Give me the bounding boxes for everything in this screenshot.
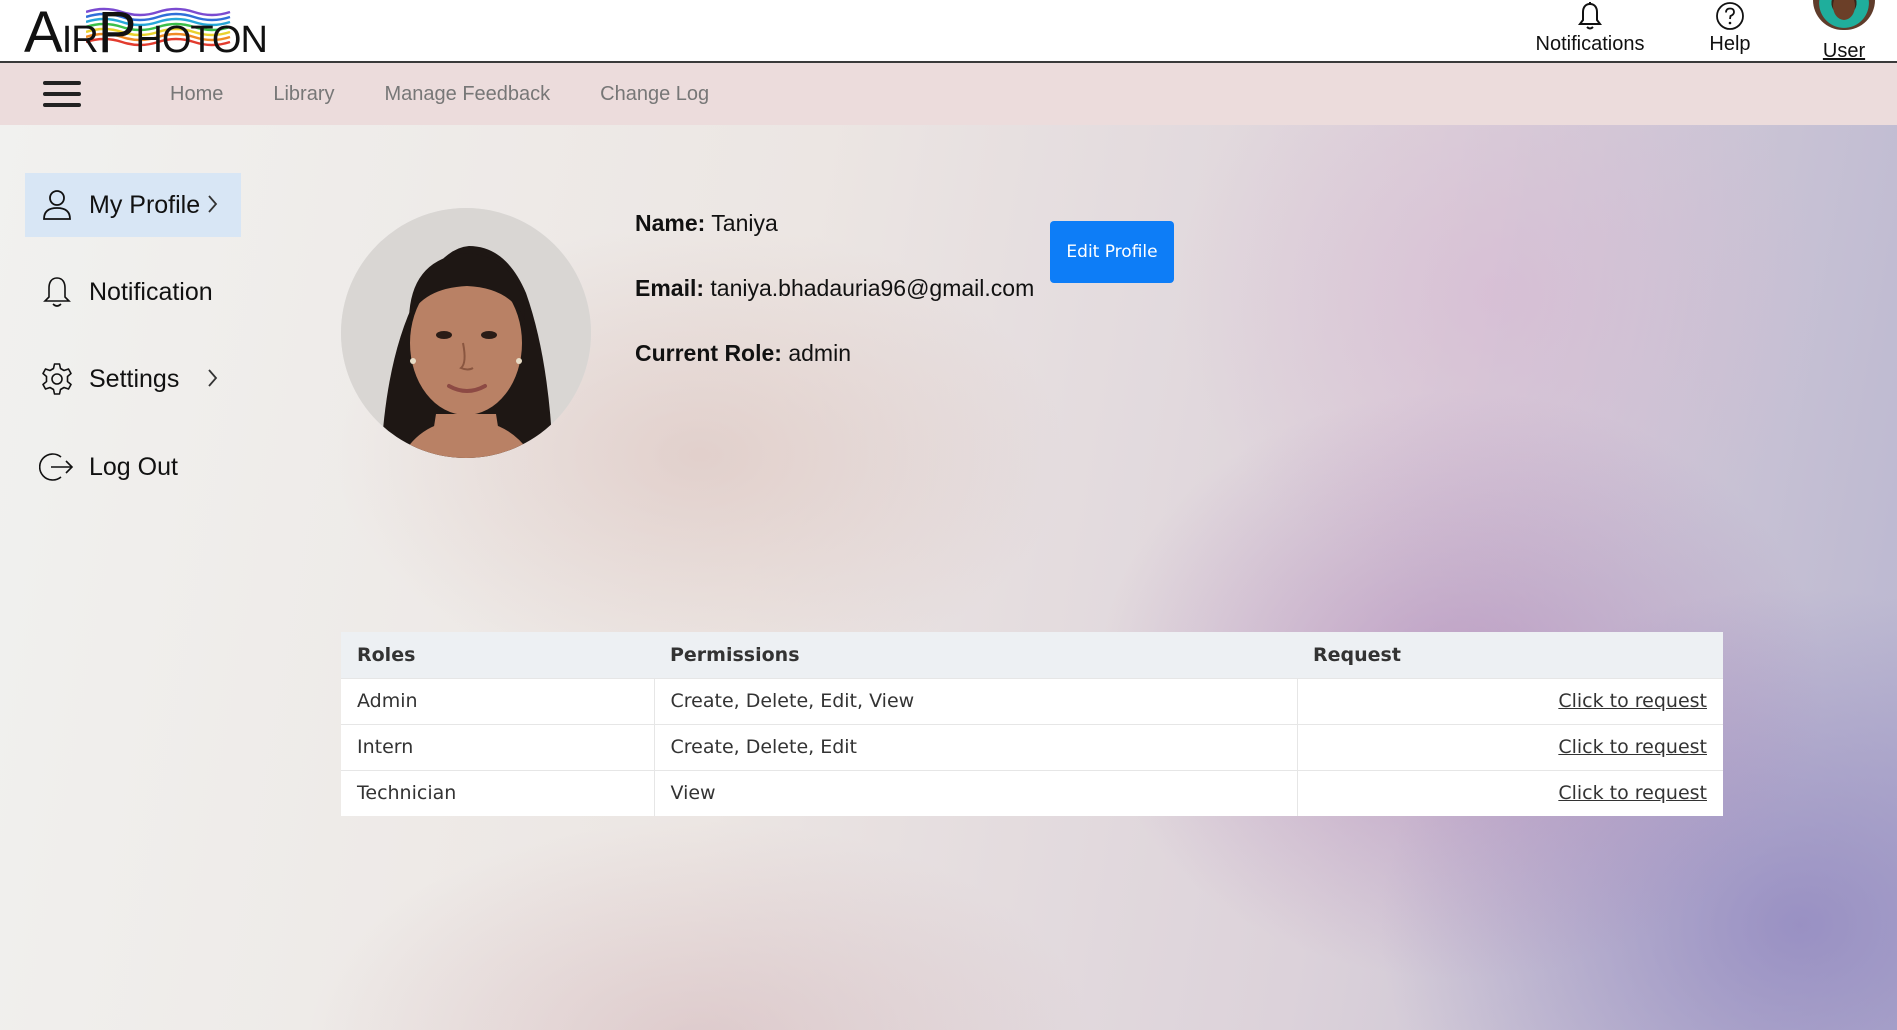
role-cell: Technician (341, 769, 654, 816)
user-icon (25, 189, 89, 221)
chevron-right-icon (208, 195, 218, 213)
role-cell: Intern (341, 723, 654, 770)
sidebar-item-label: Settings (89, 364, 180, 393)
user-label: User (1822, 40, 1866, 62)
notifications-button[interactable]: Notifications (1534, 0, 1646, 62)
sidebar-item-label: Notification (89, 277, 213, 306)
request-link-admin[interactable]: Click to request (1558, 690, 1707, 712)
nav-link-change-log[interactable]: Change Log (600, 63, 709, 125)
table-row: Technician View Click to request (341, 769, 1723, 816)
permissions-cell: Create, Delete, Edit (653, 723, 1297, 770)
edit-profile-button[interactable]: Edit Profile (1050, 221, 1174, 283)
bell-icon (25, 275, 89, 309)
profile-email: Email: taniya.bhadauria96@gmail.com (635, 275, 1034, 302)
request-cell: Click to request (1296, 723, 1723, 770)
table-header-row: Roles Permissions Request (341, 632, 1723, 678)
role-cell: Admin (341, 677, 654, 724)
column-header-permissions: Permissions (654, 632, 1297, 678)
user-avatar (1813, 0, 1875, 30)
name-label: Name: (635, 210, 706, 236)
role-value: admin (788, 340, 851, 366)
nav-links: Home Library Manage Feedback Change Log (170, 63, 759, 125)
chevron-right-icon (208, 369, 218, 387)
sidebar-item-notification[interactable]: Notification (25, 260, 241, 324)
sidebar-item-label: Log Out (89, 452, 178, 481)
column-header-roles: Roles (341, 632, 654, 678)
logo-wordmark: AIRPHOTON (24, 4, 268, 65)
request-cell: Click to request (1296, 677, 1723, 724)
nav-bar: Home Library Manage Feedback Change Log (0, 63, 1897, 125)
profile-name: Name: Taniya (635, 210, 778, 237)
profile-photo (341, 208, 591, 458)
bell-icon (1578, 2, 1602, 30)
sidebar-item-my-profile[interactable]: My Profile (25, 173, 241, 237)
airphoton-logo[interactable]: AIRPHOTON (24, 2, 268, 62)
help-label: Help (1709, 33, 1751, 55)
hamburger-menu-icon[interactable] (43, 81, 81, 107)
user-menu-button[interactable]: User (1806, 0, 1882, 62)
permissions-cell: View (653, 769, 1297, 816)
name-value: Taniya (711, 210, 778, 236)
notifications-label: Notifications (1535, 33, 1645, 55)
sidebar-item-label: My Profile (89, 190, 201, 219)
table-row: Admin Create, Delete, Edit, View Click t… (341, 677, 1723, 724)
help-icon (1716, 2, 1744, 30)
help-button[interactable]: Help (1700, 0, 1760, 62)
email-value: taniya.bhadauria96@gmail.com (710, 275, 1035, 301)
nav-link-manage-feedback[interactable]: Manage Feedback (385, 63, 551, 125)
main-content (0, 125, 1897, 1030)
logo-letters-ir: IR (61, 19, 99, 61)
sidebar-item-log-out[interactable]: Log Out (25, 435, 241, 499)
roles-table: Roles Permissions Request Admin Create, … (341, 632, 1723, 816)
logout-icon (25, 450, 89, 484)
nav-link-library[interactable]: Library (273, 63, 334, 125)
nav-link-home[interactable]: Home (170, 63, 223, 125)
request-link-technician[interactable]: Click to request (1558, 782, 1707, 804)
email-label: Email: (635, 275, 705, 301)
request-link-intern[interactable]: Click to request (1558, 736, 1707, 758)
table-row: Intern Create, Delete, Edit Click to req… (341, 723, 1723, 770)
role-label: Current Role: (635, 340, 782, 366)
sidebar-item-settings[interactable]: Settings (25, 347, 241, 411)
top-header: AIRPHOTON Notifications Help User (0, 0, 1897, 63)
logo-letter-a: A (24, 0, 63, 65)
logo-letters-hoton: HOTON (135, 19, 268, 61)
column-header-request: Request (1297, 632, 1723, 678)
gear-icon (25, 362, 89, 396)
logo-letter-p: P (97, 0, 137, 65)
permissions-cell: Create, Delete, Edit, View (653, 677, 1297, 724)
request-cell: Click to request (1296, 769, 1723, 816)
profile-role: Current Role: admin (635, 340, 851, 367)
